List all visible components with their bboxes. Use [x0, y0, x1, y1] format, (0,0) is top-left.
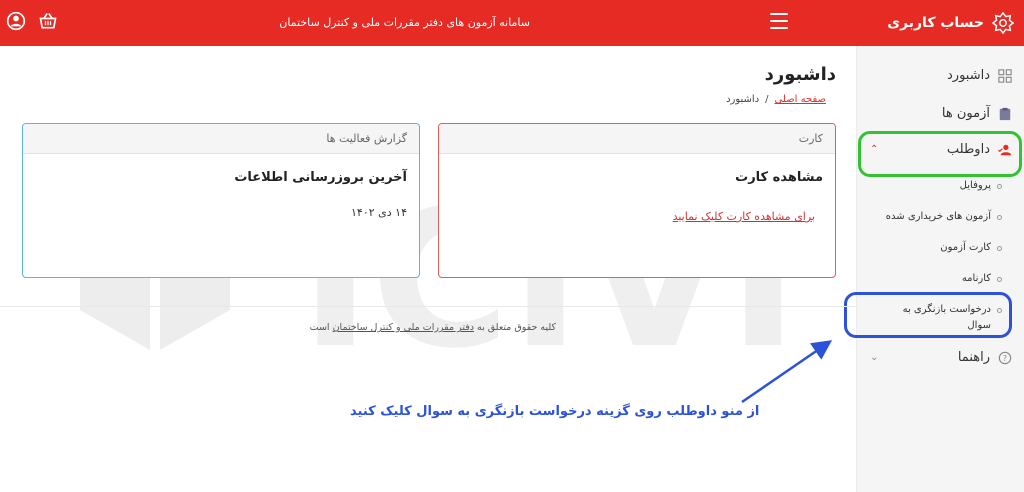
top-navbar: حساب کاربری سامانه آزمون های دفتر مقررات…: [0, 0, 1024, 46]
sidebar-subitem-label: پروفایل: [959, 180, 991, 191]
clipboard-icon: [999, 107, 1011, 120]
bullet-icon: [997, 215, 1002, 220]
system-title: سامانه آزمون های دفتر مقررات ملی و کنترل…: [279, 16, 530, 29]
sidebar-subitem-report-card[interactable]: کارنامه: [862, 271, 1002, 287]
last-update-date: ۱۴ دی ۱۴۰۲: [351, 206, 407, 219]
card-panel: کارت مشاهده کارت برای مشاهده کارت کلیک ن…: [438, 123, 836, 278]
footer-copyright: کلیه حقوق متعلق به دفتر مقررات ملی و کنت…: [310, 322, 556, 333]
highlight-candidate-menu: [858, 131, 1022, 177]
sidebar-subitem-label: کارنامه: [961, 273, 991, 284]
page-title: داشبورد: [764, 64, 836, 85]
sidebar-subitem-label: کارت آزمون: [940, 242, 991, 253]
breadcrumb-current: داشبورد: [726, 94, 760, 105]
breadcrumb-separator: /: [765, 94, 769, 105]
activity-panel-title: آخرین بروزرسانی اطلاعات: [234, 170, 407, 185]
footer-suffix: است: [309, 322, 330, 333]
sidebar-item-label: راهنما: [957, 350, 990, 365]
sidebar-item-label: آزمون ها: [941, 106, 990, 121]
footer-org-link[interactable]: دفتر مقررات ملی و کنترل ساختمان: [333, 322, 474, 333]
bullet-icon: [997, 277, 1002, 282]
svg-text:?: ?: [1003, 354, 1007, 363]
activity-report-panel: گزارش فعالیت ها آخرین بروزرسانی اطلاعات …: [22, 123, 420, 278]
sidebar-subitem-label: آزمون های خریداری شده: [885, 211, 991, 222]
breadcrumb-home-link[interactable]: صفحه اصلی: [775, 94, 826, 105]
help-icon: ?: [998, 351, 1012, 364]
sidebar-subitem-exam-card[interactable]: کارت آزمون: [862, 240, 1002, 256]
instruction-annotation: از منو داوطلب روی گزینه درخواست بازنگری …: [350, 404, 760, 419]
footer-prefix: کلیه حقوق متعلق به: [477, 322, 556, 333]
view-card-link[interactable]: برای مشاهده کارت کلیک نمایید: [673, 210, 815, 223]
highlight-review-request: [844, 292, 1012, 338]
brand-logo-icon: [992, 12, 1014, 34]
brand[interactable]: حساب کاربری: [887, 0, 1014, 46]
sidebar: داشبورد آزمون ها داوطلب ⌃ پروفایل آزمون …: [856, 46, 1024, 492]
sidebar-item-exams[interactable]: آزمون ها: [862, 106, 1012, 121]
sidebar-subitem-purchased-exams[interactable]: آزمون های خریداری شده: [862, 209, 1002, 225]
chevron-down-icon: ⌄: [870, 352, 879, 363]
brand-label: حساب کاربری: [887, 15, 984, 31]
user-icon[interactable]: [6, 11, 26, 31]
sidebar-item-dashboard[interactable]: داشبورد: [862, 68, 1012, 83]
basket-icon[interactable]: [38, 11, 58, 31]
card-panel-title: مشاهده کارت: [735, 170, 823, 185]
activity-panel-header: گزارش فعالیت ها: [23, 124, 419, 154]
sidebar-item-help[interactable]: ? راهنما ⌄: [862, 350, 1012, 365]
sidebar-subitem-profile[interactable]: پروفایل: [862, 178, 1002, 194]
bullet-icon: [997, 184, 1002, 189]
footer-divider: [0, 306, 856, 307]
sidebar-item-label: داشبورد: [947, 68, 990, 83]
dashboard-icon: [998, 68, 1012, 83]
bullet-icon: [997, 246, 1002, 251]
breadcrumb: صفحه اصلی / داشبورد: [726, 94, 826, 105]
main-content: داشبورد صفحه اصلی / داشبورد کارت مشاهده …: [0, 46, 856, 492]
menu-icon[interactable]: [770, 13, 788, 29]
card-panel-header: کارت: [439, 124, 835, 154]
